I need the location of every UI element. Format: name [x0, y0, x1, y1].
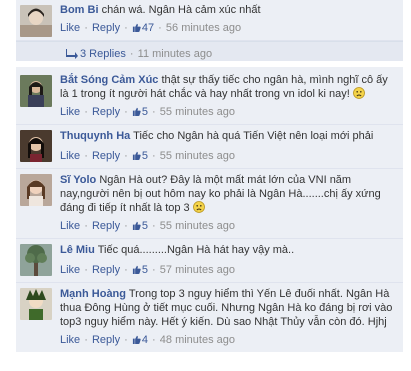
separator: · — [149, 264, 159, 276]
like-link[interactable]: Like — [60, 220, 80, 232]
comment-meta: Like · Reply · 5 · 57 minutes ago — [60, 263, 397, 277]
separator: · — [81, 106, 91, 118]
comment-text: Tiếc quá.........Ngân Hà hát hay vậy mà.… — [97, 244, 295, 256]
like-count[interactable]: 5 — [132, 150, 148, 162]
comment-item: Lê Miu Tiếc quá.........Ngân Hà hát hay … — [16, 239, 403, 283]
avatar[interactable] — [20, 5, 52, 37]
comment-meta: Like · Reply · 5 · 55 minutes ago — [60, 219, 397, 233]
like-link[interactable]: Like — [60, 264, 80, 276]
comment-item: Thuquynh Ha Tiếc cho Ngân hà quá Tiến Vi… — [16, 125, 403, 169]
comment-meta: Like · Reply · 47 · 56 minutes ago — [60, 21, 397, 35]
commenter-name[interactable]: Lê Miu — [60, 244, 95, 256]
separator: · — [121, 264, 131, 276]
timestamp[interactable]: 56 minutes ago — [166, 22, 241, 34]
like-count[interactable]: 5 — [132, 220, 148, 232]
like-link[interactable]: Like — [60, 150, 80, 162]
reply-link[interactable]: Reply — [92, 264, 120, 276]
comment-feed: Bom Bi chán wá. Ngân Hà cảm xúc nhất Lik… — [0, 0, 411, 371]
comment-meta: Like · Reply · 4 · 48 minutes ago — [60, 333, 397, 347]
timestamp[interactable]: 55 minutes ago — [160, 150, 235, 162]
timestamp[interactable]: 55 minutes ago — [160, 106, 235, 118]
commenter-name[interactable]: Bom Bi — [60, 4, 99, 16]
separator: · — [149, 106, 159, 118]
reply-link[interactable]: Reply — [92, 150, 120, 162]
avatar[interactable] — [20, 288, 52, 320]
sad-face-icon — [352, 87, 365, 99]
reply-link[interactable]: Reply — [92, 220, 120, 232]
thumbs-up-icon — [132, 107, 141, 116]
separator: · — [81, 22, 91, 34]
comment-item: Sĩ Yolo Ngân Hà out? Đây là một mất mát … — [16, 169, 403, 239]
like-link[interactable]: Like — [60, 106, 80, 118]
comment-meta: Like · Reply · 5 · 55 minutes ago — [60, 105, 397, 119]
comment-item: Mạnh Hoàng Trong top 3 nguy hiểm thì Yến… — [16, 283, 403, 352]
avatar[interactable] — [20, 75, 52, 107]
replies-bar[interactable]: 3 Replies · 11 minutes ago — [16, 41, 403, 67]
reply-link[interactable]: Reply — [92, 106, 120, 118]
comment-item: Bom Bi chán wá. Ngân Hà cảm xúc nhất Lik… — [16, 0, 403, 41]
like-count[interactable]: 4 — [132, 334, 148, 346]
commenter-name[interactable]: Sĩ Yolo — [60, 174, 96, 186]
separator: · — [149, 220, 159, 232]
comment-text: Tiếc cho Ngân hà quá Tiến Việt nên loại … — [133, 130, 374, 142]
separator: · — [81, 334, 91, 346]
like-link[interactable]: Like — [60, 22, 80, 34]
thumbs-up-icon — [132, 265, 141, 274]
like-count[interactable]: 5 — [132, 106, 148, 118]
comment-text: chán wá. Ngân Hà cảm xúc nhất — [101, 4, 261, 16]
reply-link[interactable]: Reply — [92, 334, 120, 346]
separator: · — [121, 22, 131, 34]
commenter-name[interactable]: Thuquynh Ha — [60, 130, 130, 142]
timestamp[interactable]: 55 minutes ago — [160, 220, 235, 232]
separator: · — [155, 22, 165, 34]
view-replies-link[interactable]: 3 Replies — [80, 48, 126, 60]
separator: · — [81, 264, 91, 276]
separator: · — [81, 150, 91, 162]
avatar[interactable] — [20, 174, 52, 206]
reply-link[interactable]: Reply — [92, 22, 120, 34]
timestamp[interactable]: 11 minutes ago — [138, 48, 212, 60]
reply-arrow-icon — [66, 49, 78, 59]
separator: · — [121, 334, 131, 346]
commenter-name[interactable]: Mạnh Hoàng — [60, 288, 126, 300]
comment-text: Ngân Hà out? Đây là một mất mát lớn của … — [60, 174, 381, 214]
thumbs-up-icon — [132, 335, 141, 344]
like-count-value: 47 — [141, 22, 155, 34]
thumbs-up-icon — [132, 221, 141, 230]
separator: · — [121, 150, 131, 162]
timestamp[interactable]: 57 minutes ago — [160, 264, 235, 276]
like-link[interactable]: Like — [60, 334, 80, 346]
timestamp[interactable]: 48 minutes ago — [160, 334, 235, 346]
thumbs-up-icon — [132, 151, 141, 160]
like-count[interactable]: 5 — [132, 264, 148, 276]
avatar[interactable] — [20, 244, 52, 276]
thumbs-up-icon — [132, 23, 141, 32]
comment-meta: Like · Reply · 5 · 55 minutes ago — [60, 149, 397, 163]
like-count[interactable]: 47 — [132, 22, 154, 34]
separator: · — [121, 220, 131, 232]
separator: · — [129, 48, 137, 60]
comment-item: Bắt Sóng Cảm Xúc thật sự thấy tiếc cho n… — [16, 67, 403, 125]
separator: · — [81, 220, 91, 232]
separator: · — [121, 106, 131, 118]
avatar[interactable] — [20, 130, 52, 162]
sad-face-icon — [192, 201, 205, 213]
commenter-name[interactable]: Bắt Sóng Cảm Xúc — [60, 74, 158, 86]
separator: · — [149, 150, 159, 162]
separator: · — [149, 334, 159, 346]
